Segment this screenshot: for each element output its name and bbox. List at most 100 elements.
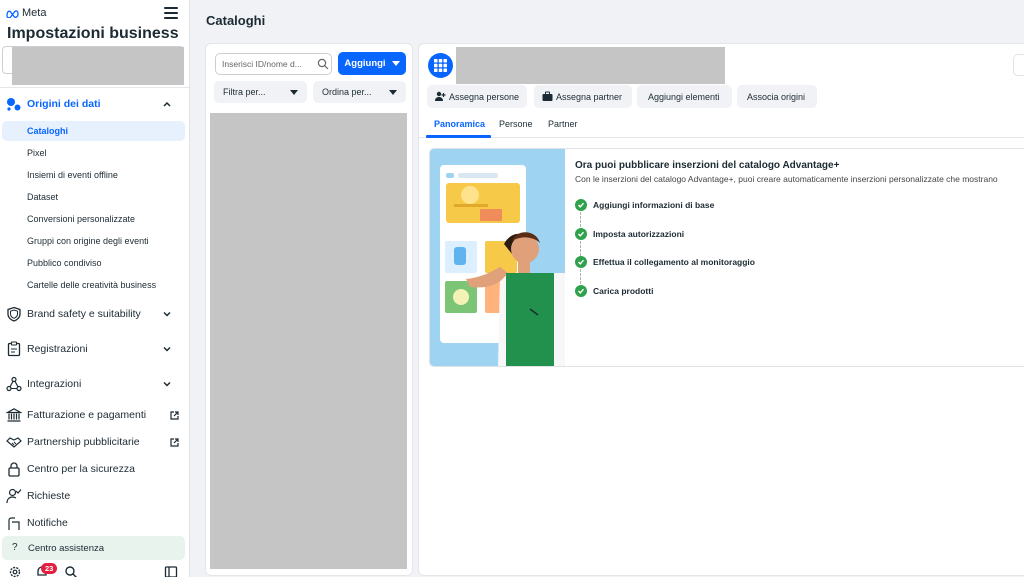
step-label: Imposta autorizzazioni (593, 229, 685, 239)
sidebar-section-label: Notifiche (27, 517, 68, 529)
sidebar-item-gruppi-origine-eventi[interactable]: Gruppi con origine degli eventi (2, 231, 185, 251)
shield-icon (6, 306, 22, 322)
business-account-selector[interactable] (2, 46, 184, 85)
sort-label: Ordina per... (322, 87, 372, 97)
sidebar-item-pixel[interactable]: Pixel (2, 143, 185, 163)
data-sources-icon (6, 96, 22, 112)
chevron-down-icon[interactable] (162, 344, 172, 354)
add-button-label: Aggiungi (344, 58, 386, 69)
help-center-button[interactable]: ? Centro assistenza (2, 536, 185, 560)
chevron-down-icon (389, 90, 397, 95)
tab-persone[interactable]: Persone (499, 119, 533, 129)
step-label: Effettua il collegamento al monitoraggio (593, 257, 755, 267)
redacted-account-name (12, 47, 184, 85)
chevron-up-icon[interactable] (162, 99, 172, 109)
chevron-down-icon (391, 61, 400, 66)
chevron-down-icon[interactable] (162, 309, 172, 319)
sidebar-section-label: Centro per la sicurezza (27, 463, 135, 475)
page-title: Cataloghi (206, 13, 266, 28)
bank-icon (6, 407, 22, 423)
menu-icon[interactable] (164, 7, 178, 19)
check-icon (575, 256, 587, 268)
more-options-button[interactable] (1013, 54, 1024, 76)
add-button[interactable]: Aggiungi (338, 52, 406, 75)
add-items-label: Aggiungi elementi (648, 92, 720, 102)
external-link-icon[interactable] (169, 410, 180, 421)
assign-partner-button[interactable]: Assegna partner (534, 85, 632, 108)
integrations-icon (6, 376, 22, 392)
help-center-label: Centro assistenza (28, 543, 105, 554)
catalog-list-panel: Aggiungi Filtra per... Ordina per... (205, 43, 413, 576)
sidebar-section-label: Origini dei dati (27, 98, 101, 110)
sidebar-item-label: Gruppi con origine degli eventi (27, 236, 149, 246)
step-connector (580, 212, 581, 227)
sidebar-item-label: Pixel (27, 148, 47, 158)
notification-badge: 23 (41, 563, 58, 574)
sidebar-section-fatturazione[interactable]: Fatturazione e pagamenti (0, 406, 189, 424)
sidebar-section-label: Richieste (27, 490, 71, 502)
catalog-detail-panel: Assegna persone Assegna partner Aggiungi… (418, 43, 1024, 576)
chevron-down-icon[interactable] (162, 379, 172, 389)
add-person-icon (435, 91, 446, 101)
redacted-catalog-name (456, 47, 725, 84)
sidebar-section-label: Partnership pubblicitarie (27, 436, 140, 448)
sidebar-section-label: Brand safety e suitability (27, 308, 141, 320)
clipboard-icon (6, 341, 22, 357)
step-label: Aggiungi informazioni di base (593, 200, 715, 210)
tab-partner[interactable]: Partner (548, 119, 578, 129)
tab-bar: Panoramica Persone Partner (419, 114, 1024, 138)
catalog-grid-icon (428, 53, 453, 78)
sidebar-section-sicurezza[interactable]: Centro per la sicurezza (0, 460, 189, 478)
filter-dropdown[interactable]: Filtra per... (214, 81, 307, 103)
meta-logo[interactable]: Meta (6, 7, 46, 19)
sidebar-section-partnership[interactable]: Partnership pubblicitarie (0, 433, 189, 451)
card-title: Ora puoi pubblicare inserzioni del catal… (575, 160, 840, 171)
person-check-icon (6, 488, 22, 504)
check-icon (575, 285, 587, 297)
check-icon (575, 228, 587, 240)
external-link-icon[interactable] (169, 437, 180, 448)
sidebar-item-label: Cataloghi (27, 126, 69, 136)
sidebar-section-label: Registrazioni (27, 343, 88, 355)
sidebar-item-label: Cartelle delle creatività business (27, 280, 157, 290)
sidebar-section-registrazioni[interactable]: Registrazioni (0, 340, 189, 358)
search-icon[interactable] (317, 58, 329, 70)
divider (0, 87, 189, 88)
shop-assistant-illustration (430, 149, 565, 366)
sidebar-section-label: Fatturazione e pagamenti (27, 409, 147, 421)
sidebar-item-cataloghi[interactable]: Cataloghi (2, 121, 185, 141)
chevron-down-icon (290, 90, 298, 95)
sidebar-item-label: Insiemi di eventi offline (27, 170, 118, 180)
sidebar-section-richieste[interactable]: Richieste (0, 487, 189, 505)
sidebar-item-dataset[interactable]: Dataset (2, 187, 185, 207)
assign-people-button[interactable]: Assegna persone (427, 85, 527, 108)
card-subtitle: Con le inserzioni del catalogo Advantage… (575, 174, 998, 184)
sidebar-title: Impostazioni business (7, 25, 179, 42)
connect-sources-button[interactable]: Associa origini (737, 85, 817, 108)
sidebar-item-conversioni-personalizzate[interactable]: Conversioni personalizzate (2, 209, 185, 229)
sidebar-section-origini-dei-dati[interactable]: Origini dei dati (0, 95, 189, 113)
lock-icon (6, 461, 22, 477)
sidebar-item-pubblico-condiviso[interactable]: Pubblico condiviso (2, 253, 185, 273)
search-field[interactable] (215, 53, 332, 75)
active-tab-indicator (426, 135, 491, 138)
sidebar-section-label: Integrazioni (27, 378, 82, 390)
assign-partner-label: Assegna partner (556, 92, 623, 102)
add-items-button[interactable]: Aggiungi elementi (637, 85, 732, 108)
step-connector (580, 241, 581, 256)
panel-icon[interactable] (164, 565, 178, 577)
sidebar-section-notifiche[interactable]: Notifiche (0, 514, 189, 532)
tab-panoramica[interactable]: Panoramica (434, 119, 485, 129)
notification-icon (6, 515, 22, 531)
sidebar-item-cartelle-creativita[interactable]: Cartelle delle creatività business (2, 275, 185, 295)
search-input[interactable] (216, 54, 316, 74)
gear-icon[interactable] (8, 565, 22, 577)
search-icon[interactable] (64, 565, 78, 577)
sort-dropdown[interactable]: Ordina per... (313, 81, 406, 103)
sidebar-section-integrazioni[interactable]: Integrazioni (0, 375, 189, 393)
briefcase-icon (542, 91, 553, 101)
question-icon: ? (12, 542, 18, 553)
step-connector (580, 269, 581, 284)
sidebar-item-insiemi-eventi-offline[interactable]: Insiemi di eventi offline (2, 165, 185, 185)
sidebar-section-brand-safety[interactable]: Brand safety e suitability (0, 305, 189, 323)
